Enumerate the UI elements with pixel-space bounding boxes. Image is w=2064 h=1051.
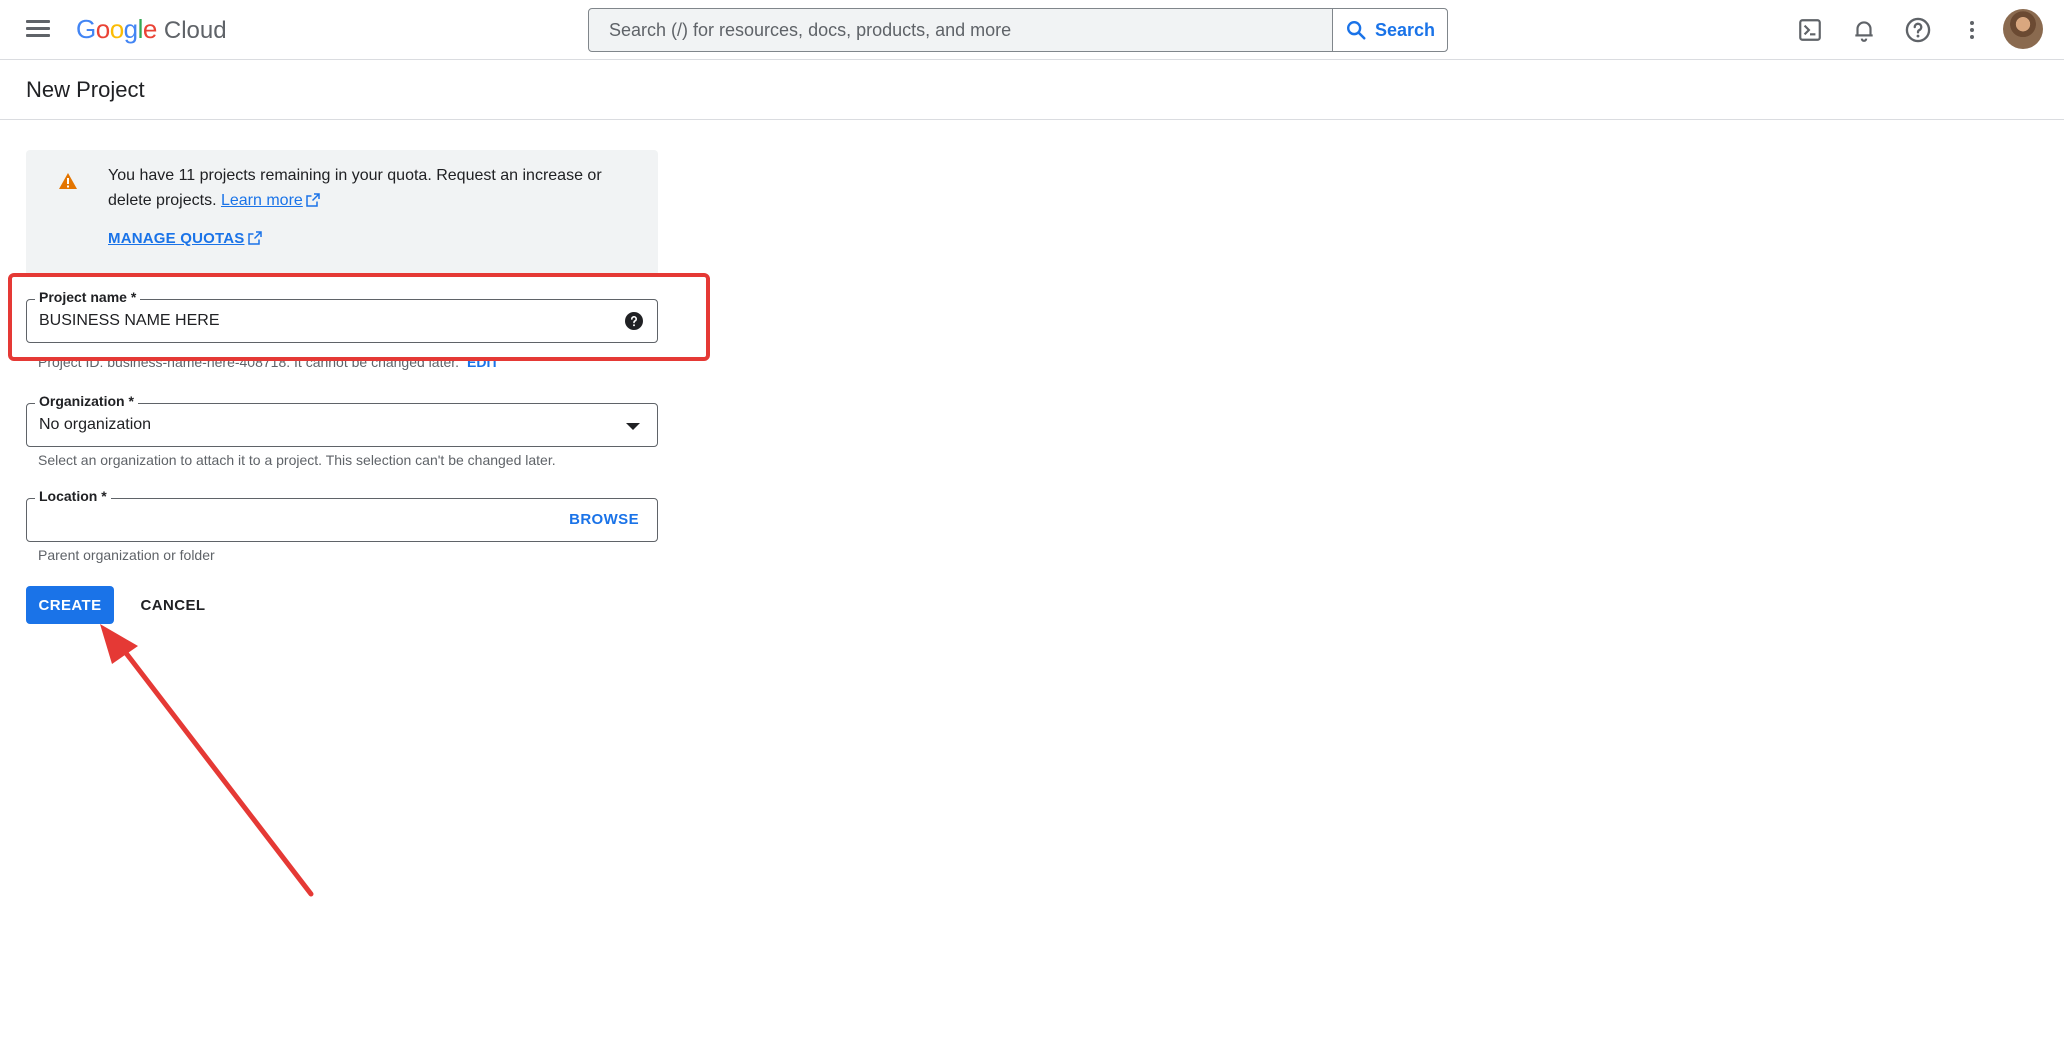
page-header: New Project xyxy=(0,60,2064,120)
avatar[interactable] xyxy=(2003,9,2043,49)
edit-project-id-button[interactable]: EDIT xyxy=(467,354,499,370)
project-id-hint: Project ID: business-name-here-408718. I… xyxy=(38,354,499,370)
organization-value: No organization xyxy=(39,416,152,433)
search-input[interactable] xyxy=(589,9,1332,51)
manage-quotas-link[interactable]: MANAGE QUOTAS xyxy=(108,230,262,247)
project-id-text: Project ID: business-name-here-408718. I… xyxy=(38,354,460,370)
page-title: New Project xyxy=(26,77,145,102)
project-name-field[interactable]: Project name * BUSINESS NAME HERE xyxy=(26,289,658,343)
more-vert-icon[interactable] xyxy=(1957,15,1987,45)
learn-more-link[interactable]: Learn more xyxy=(221,192,320,209)
quota-banner: You have 11 projects remaining in your q… xyxy=(26,150,658,276)
organization-select[interactable]: Organization * No organization xyxy=(26,393,658,447)
location-hint: Parent organization or folder xyxy=(38,547,215,563)
logo-google-wordmark: Google xyxy=(76,14,157,44)
quota-text: You have 11 projects remaining in your q… xyxy=(108,167,602,209)
warning-icon xyxy=(59,173,77,189)
google-cloud-logo[interactable]: Google Cloud xyxy=(76,14,227,46)
organization-label: Organization * xyxy=(35,393,138,409)
browse-button[interactable]: BROWSE xyxy=(569,511,639,528)
project-name-value: BUSINESS NAME HERE xyxy=(39,312,220,329)
page: Google Cloud Search (/) for resources, d… xyxy=(0,0,2064,1051)
menu-icon[interactable] xyxy=(22,16,54,44)
location-field[interactable]: Location * BROWSE xyxy=(26,488,658,542)
top-bar: Google Cloud Search xyxy=(0,0,2064,60)
quota-message: You have 11 projects remaining in your q… xyxy=(108,163,628,213)
search-button[interactable]: Search xyxy=(1332,9,1447,51)
logo-cloud-text: Cloud xyxy=(163,17,227,44)
annotation-arrow xyxy=(100,624,314,897)
search-bar: Search xyxy=(588,8,1448,52)
create-button[interactable]: CREATE xyxy=(26,586,114,624)
cancel-button[interactable]: CANCEL xyxy=(130,586,216,624)
search-icon xyxy=(1346,21,1366,40)
help-icon[interactable] xyxy=(625,312,643,330)
project-name-label: Project name * xyxy=(35,289,141,305)
external-link-icon xyxy=(306,193,320,207)
dropdown-arrow-icon[interactable] xyxy=(626,423,640,430)
organization-hint: Select an organization to attach it to a… xyxy=(38,452,556,468)
terminal-icon[interactable] xyxy=(1795,15,1825,45)
external-link-icon xyxy=(247,231,262,245)
search-button-label: Search xyxy=(1374,19,1436,40)
location-label: Location * xyxy=(35,488,111,504)
help-circle-icon[interactable] xyxy=(1903,15,1933,45)
bell-icon[interactable] xyxy=(1849,15,1879,45)
